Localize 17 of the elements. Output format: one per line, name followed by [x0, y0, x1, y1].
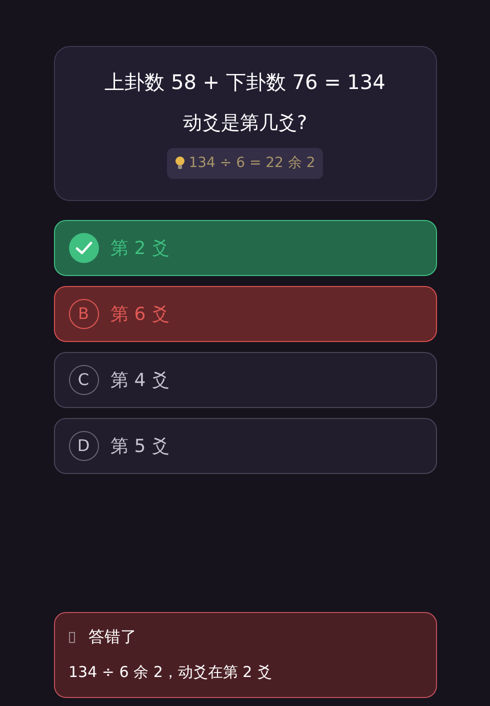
- option-letter: D: [68, 431, 98, 461]
- lightbulb-icon: [174, 156, 185, 170]
- feedback-title: 答错了: [88, 626, 136, 648]
- feedback-explanation: 134 ÷ 6 余 2，动爻在第 2 爻: [68, 662, 273, 683]
- equation-text: 上卦数 58 + 下卦数 76 = 134: [104, 69, 386, 96]
- answer-option[interactable]: C 第 4 爻: [54, 352, 436, 408]
- option-text: 第 2 爻: [110, 236, 170, 260]
- option-text: 第 4 爻: [110, 368, 170, 392]
- answer-option[interactable]: D 第 5 爻: [54, 418, 436, 474]
- option-text: 第 5 爻: [110, 434, 170, 458]
- check-icon: [68, 233, 98, 263]
- option-letter: C: [68, 365, 98, 395]
- option-letter: B: [68, 299, 98, 329]
- option-text: 第 6 爻: [110, 302, 170, 326]
- question-text: 动爻是第几爻?: [182, 111, 308, 136]
- missing-glyph-icon: [68, 632, 74, 642]
- hint-text: 134 ÷ 6 = 22 余 2: [188, 154, 316, 172]
